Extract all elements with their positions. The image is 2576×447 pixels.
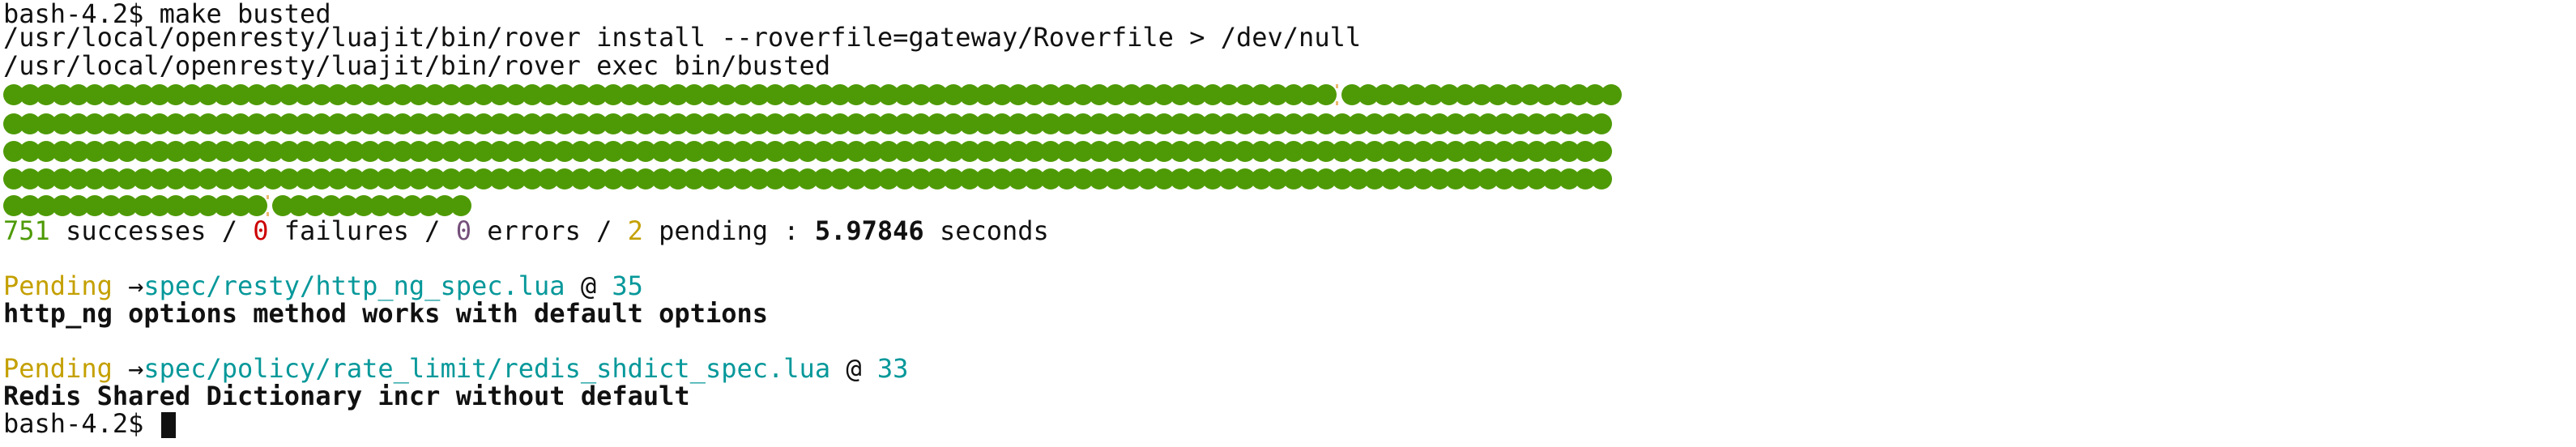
arrow-icon: → — [112, 353, 144, 384]
errors-label: errors / — [471, 215, 628, 246]
text-cursor — [160, 412, 176, 438]
pending-tag: Pending — [3, 270, 113, 301]
success-dot — [1601, 84, 1622, 105]
progress-dot-row — [3, 84, 1622, 105]
command-output-rover-install: /usr/local/openresty/luajit/bin/rover in… — [3, 22, 1362, 53]
command-output-rover-exec: /usr/local/openresty/luajit/bin/rover ex… — [3, 50, 831, 81]
pending-tag: Pending — [3, 353, 113, 384]
failures-count: 0 — [253, 215, 269, 246]
prompt-line[interactable]: bash-4.2$ — [3, 408, 176, 439]
successes-count: 751 — [3, 215, 50, 246]
success-dot — [1591, 113, 1612, 134]
pending-count: 2 — [627, 215, 643, 246]
elapsed-seconds: 5.97846 — [814, 215, 924, 246]
success-dot — [1591, 168, 1612, 189]
pending-header: Pending →spec/policy/rate_limit/redis_sh… — [3, 355, 908, 382]
arrow-icon: → — [112, 270, 144, 301]
successes-label: successes / — [49, 215, 254, 246]
success-dot — [1591, 141, 1612, 162]
pending-label: pending : — [642, 215, 815, 246]
errors-count: 0 — [455, 215, 471, 246]
at-sign: @ — [565, 270, 612, 301]
pending-file-link[interactable]: spec/policy/rate_limit/redis_shdict_spec… — [143, 353, 830, 384]
pending-description: Redis Shared Dictionary incr without def… — [3, 381, 690, 411]
pending-description: http_ng options method works with defaul… — [3, 298, 769, 329]
progress-dot-row — [3, 141, 1612, 162]
pending-line-number: 35 — [612, 270, 643, 301]
pending-line-number: 33 — [876, 353, 909, 384]
test-summary: 751 successes / 0 failures / 0 errors / … — [3, 217, 1049, 245]
progress-dot-row — [3, 113, 1612, 134]
seconds-label: seconds — [923, 215, 1049, 246]
pending-file-link[interactable]: spec/resty/http_ng_spec.lua — [143, 270, 565, 301]
pending-marker — [262, 195, 272, 216]
at-sign: @ — [830, 353, 877, 384]
shell-prompt: bash-4.2$ — [3, 408, 144, 439]
success-dot — [450, 195, 471, 216]
pending-marker — [1332, 84, 1341, 105]
failures-label: failures / — [268, 215, 456, 246]
progress-dot-row — [3, 168, 1612, 189]
progress-dot-row — [3, 195, 471, 216]
pending-header: Pending →spec/resty/http_ng_spec.lua @ 3… — [3, 272, 643, 300]
terminal-window[interactable]: bash-4.2$ make busted /usr/local/openres… — [0, 0, 2576, 447]
